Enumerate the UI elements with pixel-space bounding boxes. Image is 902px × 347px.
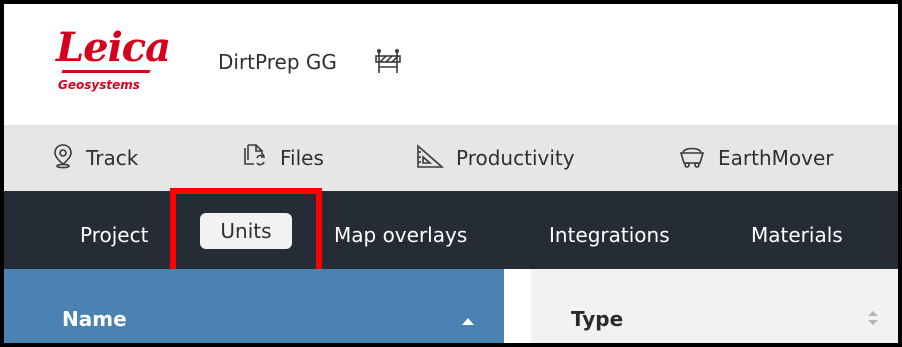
table-header: Name Type [4,269,898,343]
sort-icon [867,309,879,327]
nav-earthmover[interactable]: EarthMover [678,125,834,191]
app-window: Leica Geosystems DirtPrep GG Track Files… [0,0,902,347]
nav-files[interactable]: Files [242,125,324,191]
nav-productivity[interactable]: Productivity [416,125,575,191]
nav-earthmover-label: EarthMover [718,146,834,170]
logo-subtext: Geosystems [58,78,140,92]
nav-track-label: Track [86,146,139,170]
nav-files-label: Files [280,146,324,170]
column-name-label: Name [62,307,127,331]
settings-tab-bar: Project Units Map overlays Integrations … [4,191,898,269]
files-sync-icon [242,143,280,174]
logo-underline [61,70,151,73]
column-header-type[interactable]: Type [531,269,898,343]
units-highlight-box [170,188,322,277]
tab-map-overlays[interactable]: Map overlays [334,217,467,253]
sort-ascending-icon [462,318,474,325]
logo-wordmark: Leica [56,24,171,71]
tab-integrations[interactable]: Integrations [549,217,670,253]
mining-cart-icon [678,143,718,174]
leica-logo[interactable]: Leica Geosystems [56,26,171,98]
tab-project[interactable]: Project [80,217,148,253]
location-pin-icon [52,143,86,174]
set-square-icon [416,143,456,174]
nav-productivity-label: Productivity [456,146,575,170]
app-header: Leica Geosystems DirtPrep GG [4,4,898,125]
main-nav: Track Files Productivity EarthMover [4,125,898,191]
column-type-label: Type [571,307,624,331]
tab-materials[interactable]: Materials [751,217,843,253]
column-header-name[interactable]: Name [4,269,504,343]
project-title: DirtPrep GG [218,50,337,74]
nav-track[interactable]: Track [52,125,138,191]
construction-barrier-icon [374,48,402,76]
